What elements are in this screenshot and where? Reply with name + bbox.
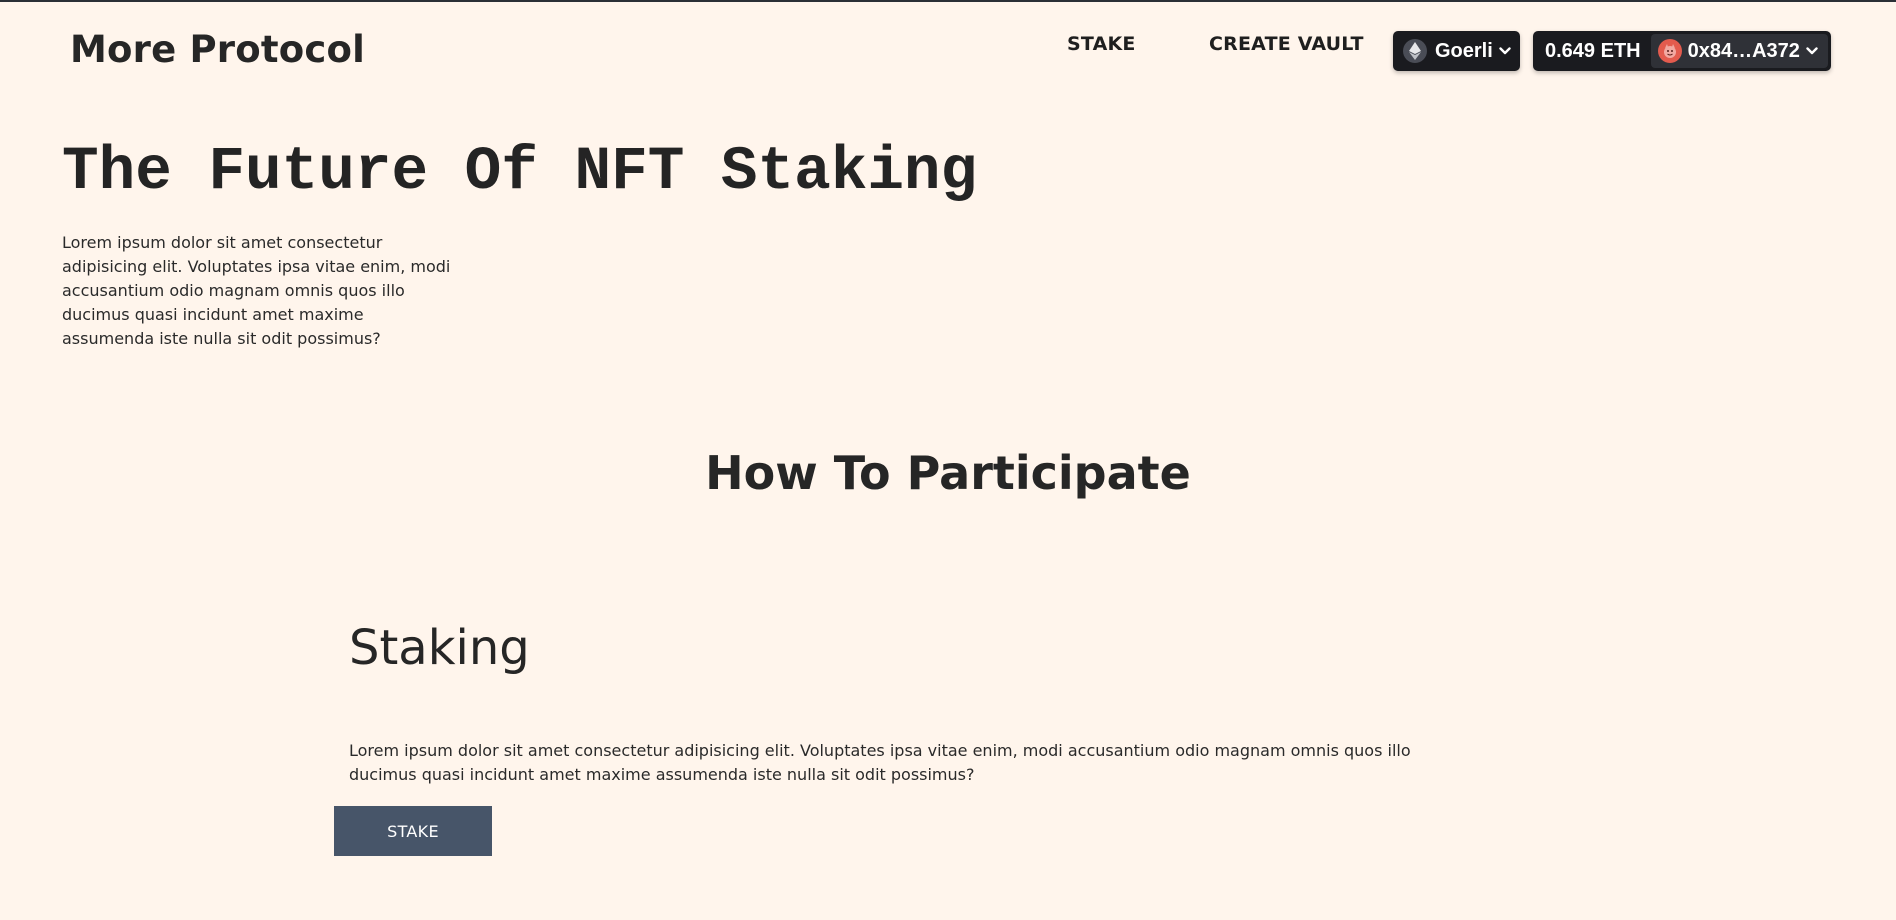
address-pill[interactable]: 0x84…A372 (1650, 34, 1828, 68)
wallet-address: 0x84…A372 (1687, 39, 1800, 62)
stake-button[interactable]: STAKE (334, 806, 492, 856)
card-title: Staking (349, 620, 530, 676)
chain-name: Goerli (1435, 39, 1493, 62)
wallet-balance: 0.649 ETH (1545, 39, 1641, 62)
section-title: How To Participate (0, 446, 1896, 500)
nav-stake-link[interactable]: STAKE (1067, 33, 1136, 55)
hero-description: Lorem ipsum dolor sit amet consectetur a… (62, 233, 451, 348)
chevron-down-icon (1499, 47, 1511, 55)
section-title-text: How To Participate (705, 446, 1191, 500)
nav-create-vault-link[interactable]: CREATE VAULT (1209, 33, 1364, 55)
logo[interactable]: More Protocol (70, 28, 365, 71)
account-button[interactable]: 0.649 ETH 0x84…A372 (1533, 31, 1831, 71)
card-description: Lorem ipsum dolor sit amet consectetur a… (349, 741, 1411, 784)
chain-selector-button[interactable]: Goerli (1393, 31, 1520, 71)
hero-title: The Future Of NFT Staking (62, 138, 978, 207)
ethereum-icon (1403, 39, 1427, 63)
top-border (0, 0, 1896, 2)
chevron-down-icon (1806, 47, 1818, 55)
avatar-emoji-icon (1657, 39, 1682, 63)
